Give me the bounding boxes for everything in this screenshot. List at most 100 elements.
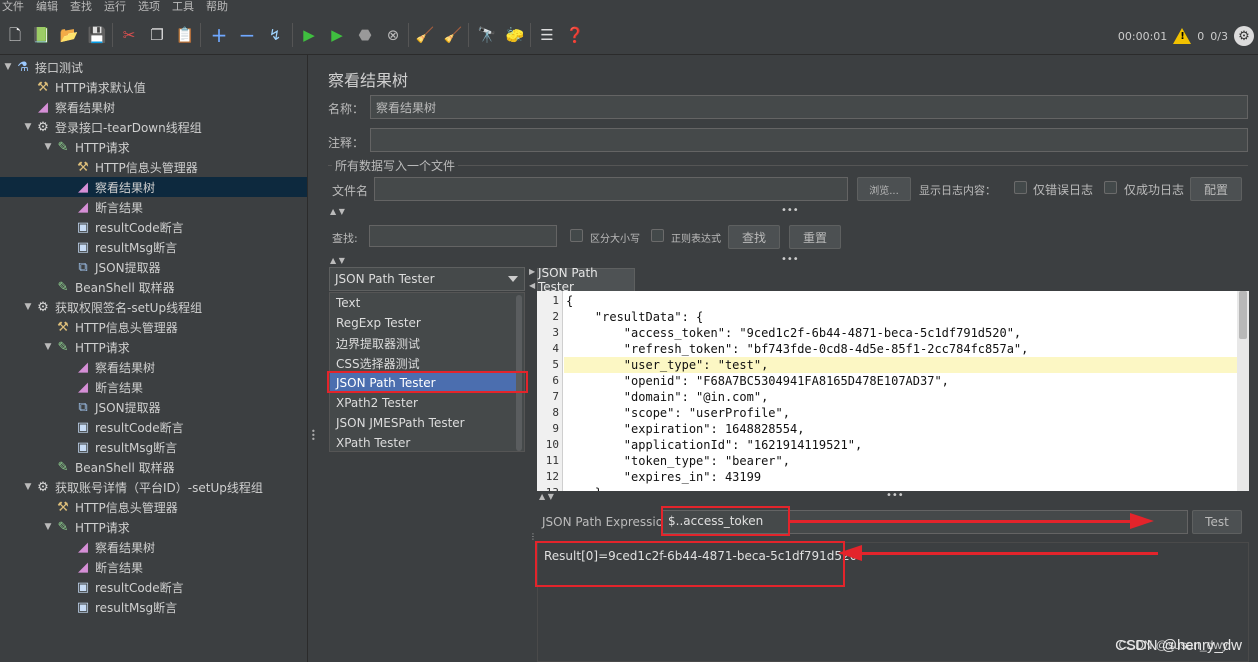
tree-node[interactable]: ▣ resultCode断言	[0, 417, 307, 437]
divider-handle-icon[interactable]: •••	[781, 205, 799, 216]
start-no-pause-icon[interactable]: ▶	[326, 24, 348, 46]
tree-node[interactable]: ◢ 察看结果树	[0, 97, 307, 117]
menu-item[interactable]: 选项	[138, 0, 160, 15]
tab-json-path-tester[interactable]: JSON Path Tester	[537, 266, 635, 294]
collapse-icon[interactable]: −	[236, 24, 258, 46]
tree-node[interactable]: ▼ ✎ HTTP请求	[0, 337, 307, 357]
menu-item[interactable]: 查找	[70, 0, 92, 15]
tree-node[interactable]: ▣ resultMsg断言	[0, 597, 307, 617]
splitter[interactable]	[308, 55, 318, 662]
warning-icon[interactable]: !	[1173, 28, 1192, 44]
cut-icon[interactable]: ✂	[118, 24, 140, 46]
gear-icon[interactable]: ⚙	[1234, 26, 1254, 46]
expand-arrow-icon[interactable]: ▼	[22, 122, 34, 132]
test-button[interactable]: Test	[1192, 510, 1242, 534]
tree-node[interactable]: ◢ 察看结果树	[0, 177, 307, 197]
search-icon[interactable]: 🔭	[476, 24, 498, 46]
reset-search-icon[interactable]: 🧽	[504, 24, 526, 46]
collapse-arrows-icon[interactable]: ▲ ▼	[330, 207, 345, 216]
expand-arrow-icon[interactable]: ▼	[22, 482, 34, 492]
tree-node[interactable]: ⚒ HTTP信息头管理器	[0, 157, 307, 177]
tree-node[interactable]: ✎ BeanShell 取样器	[0, 457, 307, 477]
shutdown-icon[interactable]: ⊗	[382, 24, 404, 46]
tree-node[interactable]: ▼ ⚙ 获取权限签名-setUp线程组	[0, 297, 307, 317]
new-icon[interactable]: 🗋	[4, 24, 26, 46]
tree-node[interactable]: ▣ resultCode断言	[0, 217, 307, 237]
toggle-icon[interactable]: ↯	[264, 24, 286, 46]
expand-arrow-icon[interactable]: ▼	[42, 342, 54, 352]
list-scrollbar[interactable]	[516, 295, 522, 451]
renderer-option[interactable]: CSS选择器测试	[330, 353, 516, 373]
tree-node[interactable]: ◢ 断言结果	[0, 557, 307, 577]
tree-node[interactable]: ◢ 察看结果树	[0, 357, 307, 377]
tree-node[interactable]: ▣ resultMsg断言	[0, 437, 307, 457]
menu-item[interactable]: 工具	[172, 0, 194, 15]
expand-icon[interactable]: +	[208, 24, 230, 46]
filename-field[interactable]	[374, 177, 848, 201]
renderer-select[interactable]: JSON Path Tester	[329, 267, 525, 291]
tree-node[interactable]: ▣ resultCode断言	[0, 577, 307, 597]
start-icon[interactable]: ▶	[298, 24, 320, 46]
renderer-option[interactable]: 边界提取器测试	[330, 333, 516, 353]
config-button[interactable]: 配置	[1190, 177, 1242, 201]
templates-icon[interactable]: 📗	[30, 24, 52, 46]
help-icon[interactable]: ❓	[564, 24, 586, 46]
find-button[interactable]: 查找	[728, 225, 780, 249]
paste-icon[interactable]: 📋	[174, 24, 196, 46]
copy-icon[interactable]: ❐	[146, 24, 168, 46]
success-only-checkbox[interactable]	[1104, 181, 1117, 194]
splitter-handle-icon[interactable]: • • •	[311, 428, 316, 444]
collapse-arrows-icon[interactable]: ▲ ▼	[330, 256, 345, 265]
name-field[interactable]: 察看结果树	[370, 95, 1248, 119]
tree-node[interactable]: ▼ ⚙ 登录接口-tearDown线程组	[0, 117, 307, 137]
editor-scrollbar[interactable]	[1237, 291, 1249, 491]
divider-handle-icon[interactable]: •••	[781, 254, 799, 265]
response-editor[interactable]: 12345678910111213 { "resultData": { "acc…	[537, 291, 1249, 491]
stop-icon[interactable]: ⬣	[354, 24, 376, 46]
tree-node[interactable]: ▣ resultMsg断言	[0, 237, 307, 257]
regex-checkbox[interactable]	[651, 229, 664, 242]
reset-button[interactable]: 重置	[789, 225, 841, 249]
tree-node[interactable]: ◢ 察看结果树	[0, 537, 307, 557]
browse-button[interactable]: 浏览...	[857, 177, 911, 201]
tree-node[interactable]: ⧉ JSON提取器	[0, 257, 307, 277]
splitter-handle-icon[interactable]: ⋮	[529, 532, 537, 541]
menu-item[interactable]: 编辑	[36, 0, 58, 15]
search-input[interactable]	[369, 225, 557, 247]
tree-node[interactable]: ⧉ JSON提取器	[0, 397, 307, 417]
tree-node[interactable]: ▼ ⚙ 获取账号详情（平台ID）-setUp线程组	[0, 477, 307, 497]
case-sensitive-checkbox[interactable]	[570, 229, 583, 242]
menu-item[interactable]: 文件	[2, 0, 24, 15]
expand-arrow-icon[interactable]: ▼	[2, 62, 14, 72]
collapse-arrows-icon[interactable]: ▲ ▼	[539, 492, 554, 501]
save-icon[interactable]: 💾	[86, 24, 108, 46]
tree-node[interactable]: ◢ 断言结果	[0, 197, 307, 217]
tree-node[interactable]: ✎ BeanShell 取样器	[0, 277, 307, 297]
tree-node[interactable]: ⚒ HTTP请求默认值	[0, 77, 307, 97]
renderer-option[interactable]: JSON JMESPath Tester	[330, 413, 516, 433]
menu-item[interactable]: 运行	[104, 0, 126, 15]
renderer-option[interactable]: RegExp Tester	[330, 313, 516, 333]
menu-item[interactable]: 帮助	[206, 0, 228, 15]
tree-node[interactable]: ⚒ HTTP信息头管理器	[0, 317, 307, 337]
expand-arrow-icon[interactable]: ▶	[529, 267, 535, 276]
divider-handle-icon[interactable]: •••	[886, 490, 904, 501]
renderer-option[interactable]: XPath Tester	[330, 433, 516, 453]
expand-arrow-icon[interactable]: ▼	[42, 142, 54, 152]
expand-arrow-icon[interactable]: ▼	[42, 522, 54, 532]
renderer-option[interactable]: JSON Path Tester	[330, 373, 516, 393]
errors-only-checkbox[interactable]	[1014, 181, 1027, 194]
chevron-down-icon[interactable]	[508, 276, 518, 282]
comment-field[interactable]	[370, 128, 1248, 152]
tree-node[interactable]: ⚒ HTTP信息头管理器	[0, 497, 307, 517]
function-helper-icon[interactable]: ☰	[536, 24, 558, 46]
renderer-option[interactable]: Text	[330, 293, 516, 313]
scrollbar-thumb[interactable]	[1239, 291, 1247, 339]
clear-icon[interactable]: 🧹	[414, 24, 436, 46]
renderer-option[interactable]: XPath2 Tester	[330, 393, 516, 413]
tree-node[interactable]: ▼ ✎ HTTP请求	[0, 137, 307, 157]
open-icon[interactable]: 📂	[58, 24, 80, 46]
tree-node[interactable]: ▼ ⚗ 接口测试	[0, 57, 307, 77]
tree-node[interactable]: ◢ 断言结果	[0, 377, 307, 397]
clear-all-icon[interactable]: 🧹	[442, 24, 464, 46]
